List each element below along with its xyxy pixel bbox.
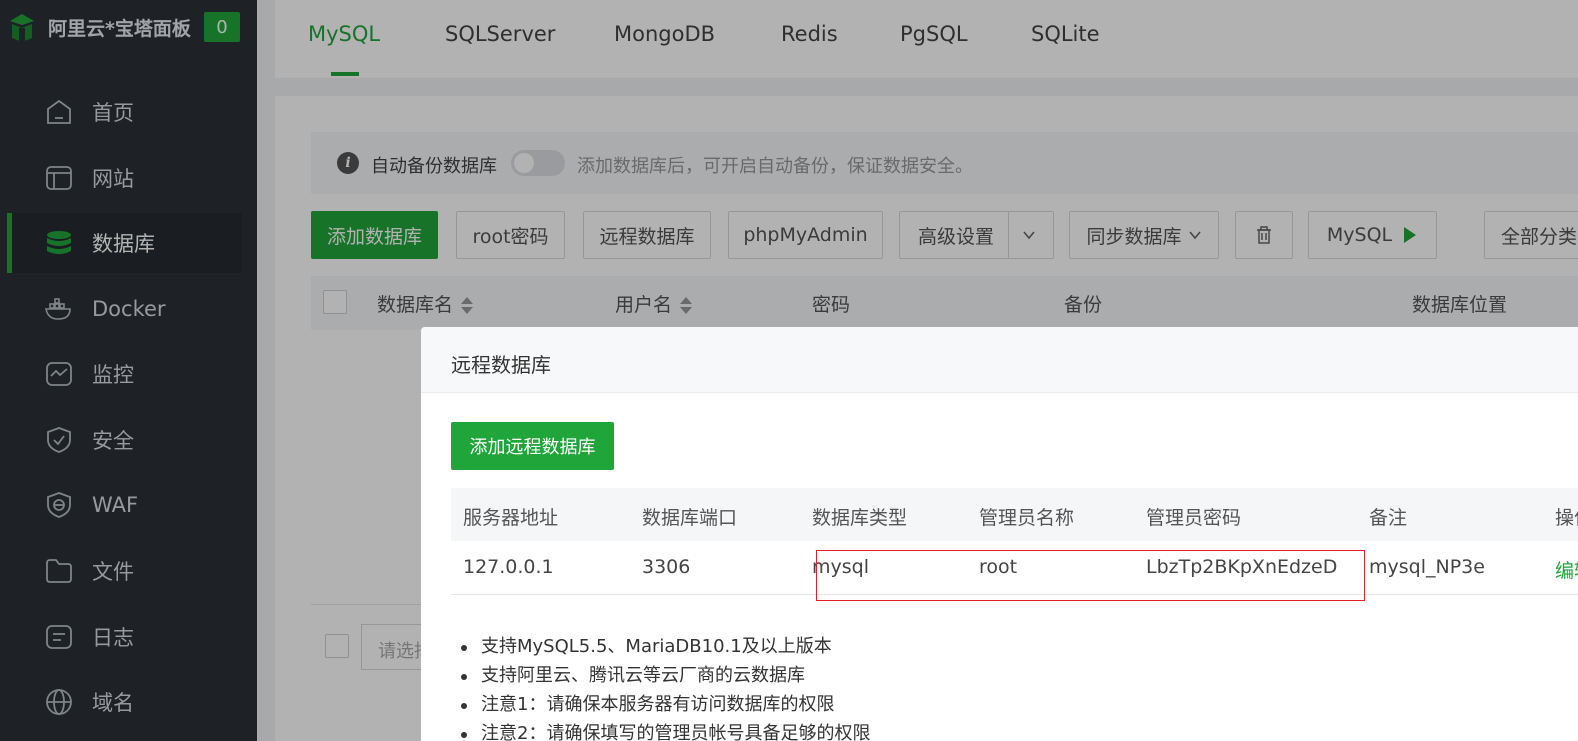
add-remote-database-button[interactable]: 添加远程数据库: [451, 422, 614, 470]
note-item: 注意2：请确保填写的管理员帐号具备足够的权限: [459, 720, 870, 741]
note-item: 支持MySQL5.5、MariaDB10.1及以上版本: [459, 633, 870, 662]
col-admin-password: 管理员密码: [1146, 507, 1242, 529]
col-server-address: 服务器地址: [463, 507, 559, 529]
remote-table-header: 服务器地址 数据库端口 数据库类型 管理员名称 管理员密码 备注 操作: [451, 488, 1578, 541]
remote-database-dialog: 远程数据库 添加远程数据库 服务器地址 数据库端口 数据库类型 管理员名称 管理…: [421, 327, 1578, 741]
cell-server-address: 127.0.0.1: [463, 556, 554, 578]
dialog-title: 远程数据库: [451, 353, 551, 377]
note-item: 支持阿里云、腾讯云等云厂商的云数据库: [459, 662, 870, 691]
dialog-notes: 支持MySQL5.5、MariaDB10.1及以上版本 支持阿里云、腾讯云等云厂…: [459, 633, 870, 741]
watermark: CSDN @色空大师: [1332, 695, 1561, 728]
note-item: 注意1：请确保本服务器有访问数据库的权限: [459, 691, 870, 720]
dialog-header: 远程数据库: [421, 327, 1578, 393]
cell-note: mysql_NP3e: [1369, 556, 1485, 578]
col-db-type: 数据库类型: [812, 507, 908, 529]
cell-db-port: 3306: [642, 556, 691, 578]
col-operation: 操作: [1555, 507, 1578, 529]
edit-link[interactable]: 编辑: [1555, 556, 1578, 583]
col-note: 备注: [1369, 507, 1408, 529]
table-row: 127.0.0.1 3306 mysql root LbzTp2BKpXnEdz…: [451, 541, 1578, 601]
highlight-box: [816, 550, 1365, 601]
col-admin-name: 管理员名称: [979, 507, 1075, 529]
col-db-port: 数据库端口: [642, 507, 738, 529]
